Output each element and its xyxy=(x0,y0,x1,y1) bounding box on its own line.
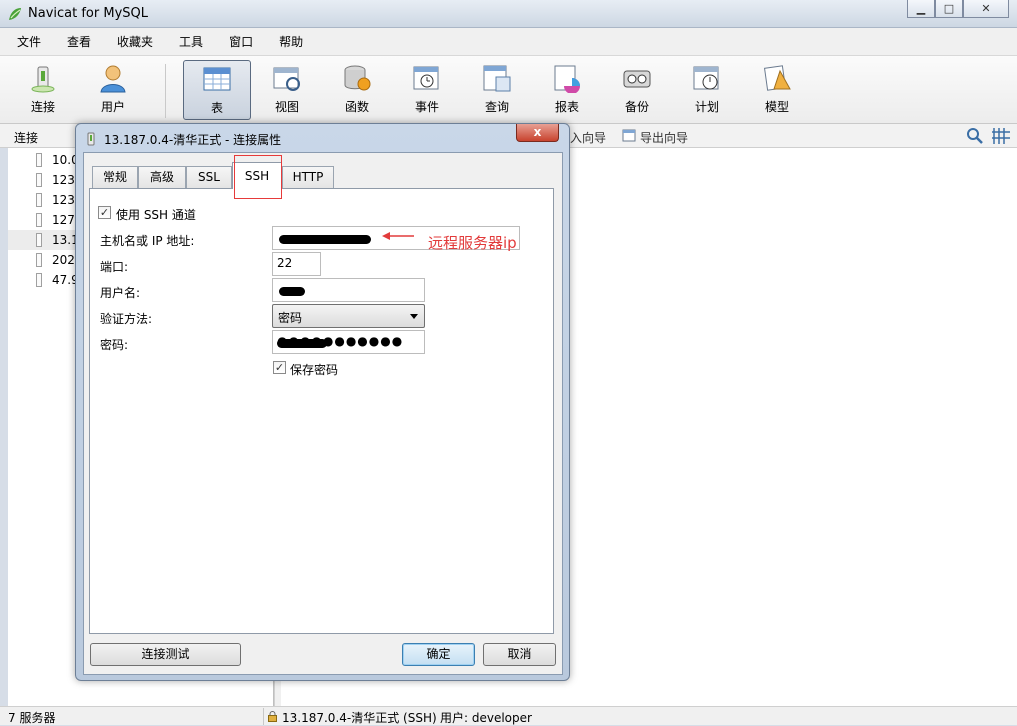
status-separator xyxy=(263,708,264,725)
database-icon xyxy=(36,173,42,187)
password-input[interactable]: ●●●●●●●●●●● xyxy=(272,330,425,354)
minimize-button[interactable]: ▁ xyxy=(907,0,935,18)
toolbar-view-button[interactable]: 视图 xyxy=(257,60,317,120)
ok-button[interactable]: 确定 xyxy=(402,643,475,666)
menu-bar: 文件 查看 收藏夹 工具 窗口 帮助 xyxy=(0,28,1017,56)
close-icon: ✕ xyxy=(981,2,991,15)
search-icon[interactable] xyxy=(966,127,984,145)
chevron-down-icon xyxy=(410,314,418,319)
toolbar-user-button[interactable]: 用户 xyxy=(83,60,143,120)
schedule-icon xyxy=(693,66,719,90)
tab-general[interactable]: 常规 xyxy=(92,166,138,188)
export-wizard-button[interactable]: 导出向导 xyxy=(622,129,688,146)
close-window-button[interactable]: ✕ xyxy=(963,0,1009,18)
menu-tools[interactable]: 工具 xyxy=(166,33,216,50)
toolbar-table-button[interactable]: 表 xyxy=(183,60,251,120)
maximize-button[interactable]: □ xyxy=(935,0,963,18)
save-password-checkbox[interactable]: ✓ xyxy=(273,361,286,374)
database-icon xyxy=(36,253,42,267)
redaction-mark xyxy=(279,287,305,296)
username-input[interactable] xyxy=(272,278,425,302)
menu-help[interactable]: 帮助 xyxy=(266,33,316,50)
annotation-arrow-icon xyxy=(382,232,414,240)
host-label: 主机名或 IP 地址: xyxy=(100,234,195,248)
database-icon xyxy=(36,193,42,207)
export-icon xyxy=(622,129,636,142)
port-label: 端口: xyxy=(100,260,129,274)
redaction-mark xyxy=(277,339,327,348)
database-icon xyxy=(36,273,42,287)
current-user: 用户: developer xyxy=(440,711,532,725)
table-icon xyxy=(203,67,231,91)
ssh-tab-highlight xyxy=(234,155,282,199)
menu-view[interactable]: 查看 xyxy=(54,33,104,50)
toolbar-query-button[interactable]: 查询 xyxy=(467,60,527,120)
dialog-title: 13.187.0.4-清华正式 - 连接属性 xyxy=(104,133,282,147)
auth-method-select[interactable]: 密码 xyxy=(272,304,425,328)
model-icon xyxy=(763,65,791,91)
use-ssh-checkbox[interactable]: ✓ xyxy=(98,206,111,219)
tab-ssl[interactable]: SSL xyxy=(186,166,232,188)
toolbar-model-button[interactable]: 模型 xyxy=(747,60,807,120)
toolbar-backup-button[interactable]: 备份 xyxy=(607,60,667,120)
user-icon xyxy=(100,65,126,93)
save-password-label: 保存密码 xyxy=(290,363,339,377)
password-label: 密码: xyxy=(100,338,129,352)
redaction-mark xyxy=(279,235,371,244)
minimize-icon: ▁ xyxy=(916,2,926,15)
connect-icon xyxy=(31,66,55,93)
function-icon xyxy=(344,65,371,91)
toolbar-schedule-button[interactable]: 计划 xyxy=(677,60,737,120)
test-connection-button[interactable]: 连接测试 xyxy=(90,643,241,666)
toolbar-report-button[interactable]: 报表 xyxy=(537,60,597,120)
dialog-body: 常规 高级 SSL SSH HTTP ✓ 使用 SSH 通道 主机名或 IP 地… xyxy=(83,152,563,675)
ssh-settings-panel: ✓ 使用 SSH 通道 主机名或 IP 地址: 端口: 22 用户名: 验证方法… xyxy=(89,188,554,634)
connection-icon xyxy=(87,132,95,146)
export-wizard-label: 导出向导 xyxy=(640,131,689,145)
auth-method-label: 验证方法: xyxy=(100,312,153,326)
menu-window[interactable]: 窗口 xyxy=(216,33,266,50)
connections-header: 连接 xyxy=(14,131,39,145)
cancel-button[interactable]: 取消 xyxy=(483,643,556,666)
database-icon xyxy=(36,153,42,167)
menu-file[interactable]: 文件 xyxy=(4,33,54,50)
toolbar-event-button[interactable]: 事件 xyxy=(397,60,457,120)
view-icon xyxy=(273,67,300,91)
status-bar: 7 服务器 13.187.0.4-清华正式 (SSH) 用户: develope… xyxy=(0,706,1017,725)
title-bar: Navicat for MySQL ▁ □ ✕ xyxy=(0,0,1017,28)
lock-icon xyxy=(268,711,277,722)
app-title: Navicat for MySQL xyxy=(28,6,148,21)
port-input[interactable]: 22 xyxy=(272,252,321,276)
backup-icon xyxy=(623,70,651,88)
tab-http[interactable]: HTTP xyxy=(282,166,334,188)
grid-view-icon[interactable] xyxy=(992,128,1010,144)
tab-advanced[interactable]: 高级 xyxy=(138,166,186,188)
toolbar-function-button[interactable]: 函数 xyxy=(327,60,387,120)
database-icon xyxy=(36,213,42,227)
server-count: 7 服务器 xyxy=(8,711,56,725)
query-icon xyxy=(483,65,511,92)
connection-properties-dialog: 13.187.0.4-清华正式 - 连接属性 x 常规 高级 SSL SSH H… xyxy=(75,123,570,681)
report-icon xyxy=(554,65,580,94)
navicat-logo-icon xyxy=(9,8,21,20)
use-ssh-label: 使用 SSH 通道 xyxy=(116,208,196,222)
maximize-icon: □ xyxy=(943,2,955,15)
event-icon xyxy=(413,66,439,90)
toolbar-connect-button[interactable]: 连接 xyxy=(13,60,73,120)
database-icon xyxy=(36,233,42,247)
main-toolbar: 连接 用户 表 视图 函数 事件 查询 报表 备份 计划 模型 xyxy=(0,56,1017,124)
username-label: 用户名: xyxy=(100,286,141,300)
current-connection: 13.187.0.4-清华正式 (SSH) xyxy=(282,711,437,725)
toolbar-separator xyxy=(165,64,166,118)
annotation-label: 远程服务器ip xyxy=(428,234,517,252)
menu-favorites[interactable]: 收藏夹 xyxy=(104,33,166,50)
close-icon: x xyxy=(533,125,542,139)
dialog-close-button[interactable]: x xyxy=(516,124,559,142)
